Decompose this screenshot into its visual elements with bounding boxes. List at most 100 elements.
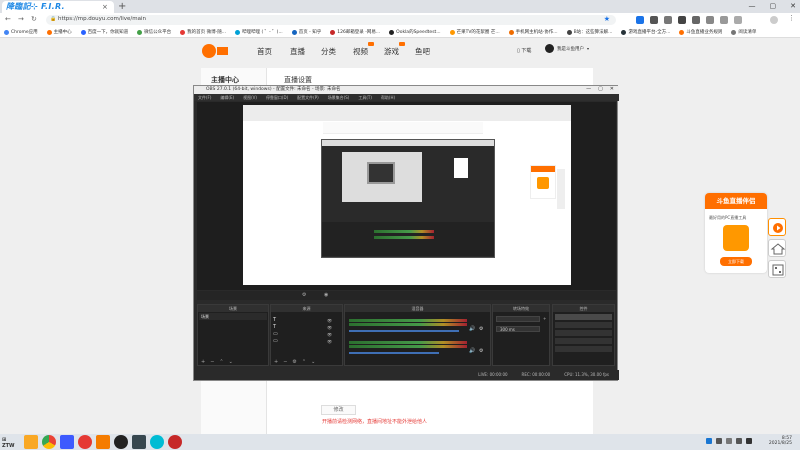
bookmark-item[interactable]: 首页 - 知乎 — [291, 29, 321, 35]
home-icon[interactable] — [768, 239, 786, 257]
bookmark-item[interactable]: 微信公众平台 — [137, 29, 171, 35]
app-icon[interactable] — [60, 435, 74, 449]
bookmark-item[interactable]: 126邮箱登录 -网易... — [330, 29, 380, 35]
edit-button[interactable]: 修改 — [321, 405, 356, 415]
obs-menu-item[interactable]: 配置文件(P) — [297, 94, 319, 101]
extension-icon[interactable] — [678, 16, 686, 24]
douyu-companion-icon[interactable] — [96, 435, 110, 449]
bookmark-item[interactable]: Ookla的Speedtest... — [389, 29, 441, 35]
obs-menu-item[interactable]: 文件(F) — [198, 94, 211, 101]
bookmark-item[interactable]: 我的首页 微博-随... — [180, 29, 226, 35]
obs-menu-item[interactable]: 停靠窗口(D) — [266, 94, 288, 101]
start-recording-button[interactable] — [555, 322, 612, 328]
extension-icon[interactable] — [636, 16, 644, 24]
settings-button[interactable] — [555, 338, 612, 344]
bookmark-item[interactable]: 手机网主机站-协作... — [508, 29, 558, 35]
add-icon[interactable]: + — [543, 316, 546, 321]
down-icon[interactable]: ⌄ — [229, 359, 233, 365]
add-icon[interactable]: + — [201, 359, 205, 365]
start-streaming-button[interactable] — [555, 314, 612, 320]
add-icon[interactable]: + — [274, 359, 278, 365]
tray-icon[interactable] — [706, 438, 712, 444]
app-icon[interactable] — [132, 435, 146, 449]
studio-mode-button[interactable] — [555, 330, 612, 336]
transition-duration[interactable]: 300 ms — [496, 326, 540, 332]
back-icon[interactable]: ← — [5, 15, 11, 23]
gear-icon[interactable]: ⚙ — [292, 359, 296, 365]
extension-icon[interactable] — [720, 16, 728, 24]
obs-menu-item[interactable]: 编辑(E) — [220, 94, 234, 101]
download-link[interactable]: ▯ 下载 — [517, 47, 531, 54]
close-icon[interactable]: ✕ — [610, 86, 614, 92]
volume-icon[interactable] — [736, 438, 742, 444]
obs-menu-item[interactable]: 工具(T) — [358, 94, 372, 101]
bookmark-item[interactable]: 主播中心 — [46, 29, 72, 35]
user-menu[interactable]: 我是斗鱼用户 ▾ — [545, 44, 589, 53]
chrome-icon[interactable] — [42, 435, 56, 449]
address-bar[interactable]: 🔒 https://mp.douyu.com/live/main ★ — [46, 15, 616, 25]
scene-row[interactable]: 场景 — [199, 313, 267, 320]
star-icon[interactable]: ★ — [604, 15, 610, 23]
volume-slider[interactable] — [349, 352, 439, 354]
bookmark-item[interactable]: 游戏直播平台-全方... — [621, 29, 670, 35]
bookmark-item[interactable]: 阅读清单 — [731, 29, 756, 35]
bookmark-item[interactable]: 百度一下，你就知道 — [80, 29, 128, 35]
forward-icon[interactable]: → — [18, 15, 24, 23]
remove-icon[interactable]: − — [210, 359, 214, 365]
douyu-logo-icon[interactable] — [201, 42, 229, 60]
bookmark-item[interactable]: 哔哩哔哩 ( ゜- ゜)... — [235, 29, 283, 35]
gear-icon[interactable]: ⚙ — [479, 348, 483, 354]
ad-download-button[interactable]: 立即下载 — [720, 257, 752, 266]
bookmark-item[interactable]: 斗鱼直播业务规则 — [679, 29, 722, 35]
maximize-icon[interactable]: ▢ — [770, 2, 777, 10]
tab-close-icon[interactable]: × — [102, 3, 108, 11]
ime-icon[interactable] — [746, 438, 752, 444]
bookmark-item[interactable]: Chrome应用 — [4, 29, 38, 35]
start-button[interactable]: ⊞ ZTW — [2, 437, 18, 449]
transition-select[interactable] — [496, 316, 540, 322]
speaker-icon[interactable]: 🔊 — [469, 348, 475, 354]
app-icon[interactable] — [78, 435, 92, 449]
network-icon[interactable] — [726, 438, 732, 444]
netease-music-icon[interactable] — [168, 435, 182, 449]
gear-icon[interactable]: ⚙ — [479, 326, 483, 332]
extension-icon[interactable] — [692, 16, 700, 24]
obs-menu-item[interactable]: 帮助(H) — [381, 94, 395, 101]
maximize-icon[interactable]: ▢ — [598, 86, 603, 92]
nav-category[interactable]: 分类 — [321, 46, 336, 57]
nav-live[interactable]: 直播 — [290, 46, 305, 57]
minimize-icon[interactable]: — — [749, 2, 756, 10]
extension-icon[interactable] — [706, 16, 714, 24]
up-icon[interactable]: ⌃ — [219, 359, 223, 365]
obs-icon[interactable] — [114, 435, 128, 449]
source-visibility-icons[interactable]: 👁 👁 👁 👁 — [327, 317, 339, 347]
obs-preview[interactable] — [197, 102, 616, 290]
extension-icon[interactable] — [650, 16, 658, 24]
reload-icon[interactable]: ↻ — [31, 15, 37, 23]
clock[interactable]: 8:57 2021/8/25 — [769, 436, 792, 446]
menu-icon[interactable]: ⋮ — [788, 14, 795, 22]
close-icon[interactable]: ✕ — [790, 2, 796, 10]
profile-icon[interactable] — [770, 16, 778, 24]
puzzle-icon[interactable] — [734, 16, 742, 24]
qrcode-icon[interactable] — [768, 260, 786, 278]
down-icon[interactable]: ⌄ — [311, 359, 315, 365]
obs-menu-item[interactable]: 场景集合(S) — [328, 94, 350, 101]
bookmark-item[interactable]: 芒果TV的花絮圈 芒... — [449, 29, 500, 35]
exit-button[interactable] — [555, 346, 612, 352]
volume-slider[interactable] — [349, 330, 459, 332]
tray-icon[interactable] — [716, 438, 722, 444]
obs-menu-item[interactable]: 视图(V) — [243, 94, 257, 101]
new-tab-icon[interactable]: + — [118, 1, 126, 12]
minimize-icon[interactable]: — — [586, 86, 591, 92]
nav-yuba[interactable]: 鱼吧 — [415, 46, 430, 57]
browser-tab[interactable]: 降臨記⊹ F.I.R. × — [2, 1, 114, 13]
nav-home[interactable]: 首页 — [257, 46, 272, 57]
play-icon[interactable] — [768, 218, 786, 236]
file-explorer-icon[interactable] — [24, 435, 38, 449]
up-icon[interactable]: ⌃ — [302, 359, 306, 365]
filter-icon[interactable]: ◉ — [324, 292, 328, 298]
companion-ad[interactable]: 斗鱼直播伴侣 最好用的PC直播工具 立即下载 — [705, 193, 767, 273]
extension-icon[interactable] — [664, 16, 672, 24]
app-icon[interactable] — [150, 435, 164, 449]
